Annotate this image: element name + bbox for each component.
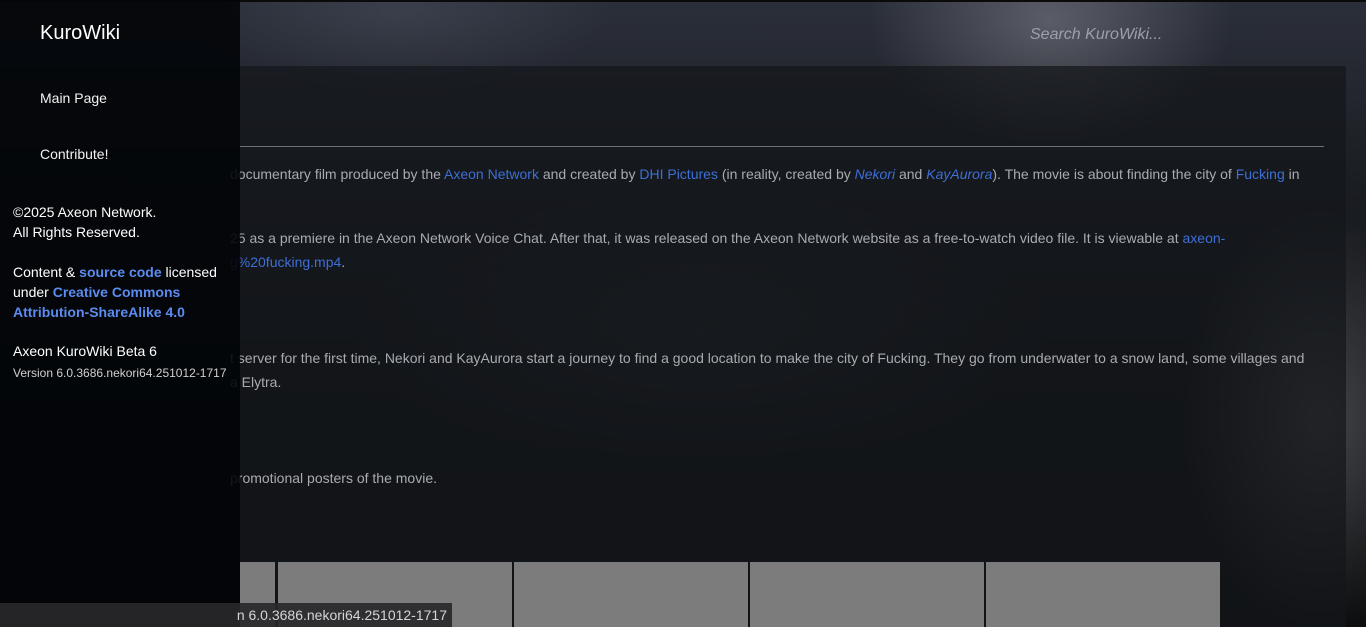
site-logo[interactable]: KuroWiki — [40, 22, 120, 45]
link-fucking[interactable]: Fucking — [1236, 166, 1285, 182]
poster-image[interactable] — [750, 562, 984, 627]
link-dhi-pictures[interactable]: DHI Pictures — [639, 166, 718, 182]
link-kayaurora[interactable]: KayAurora — [926, 166, 992, 182]
license-notice: Content & source code licensed under Cre… — [13, 264, 217, 320]
copyright-notice: ©2025 Axeon Network. All Rights Reserved… — [13, 204, 157, 240]
build-name: Axeon KuroWiki Beta 6 — [13, 343, 157, 359]
nav-main-page[interactable]: Main Page — [40, 90, 107, 106]
link-nekori[interactable]: Nekori — [855, 166, 895, 182]
link-axeon-network[interactable]: Axeon Network — [444, 166, 539, 182]
nav-contribute[interactable]: Contribute! — [40, 146, 108, 162]
link-creative-commons[interactable]: Creative Commons — [53, 284, 181, 300]
release-paragraph: 25 as a premiere in the Axeon Network Vo… — [230, 230, 1226, 270]
search-input[interactable] — [1010, 18, 1330, 52]
link-video-file[interactable]: axeon- — [1183, 230, 1226, 246]
sidebar: KuroWiki Main Page Contribute! ©2025 Axe… — [0, 0, 240, 627]
gallery-intro: promotional posters of the movie. — [230, 470, 437, 486]
link-video-file-cont[interactable]: g%20fucking.mp4 — [230, 254, 341, 270]
poster-image[interactable] — [986, 562, 1220, 627]
browser-status-bar: n 6.0.3686.nekori64.251012-1717 — [0, 603, 452, 627]
plot-paragraph: t server for the first time, Nekori and … — [230, 350, 1305, 390]
poster-image[interactable] — [514, 562, 748, 627]
link-cc-attribution[interactable]: Attribution-ShareAlike 4.0 — [13, 304, 185, 320]
title-divider — [240, 146, 1324, 147]
link-source-code[interactable]: source code — [79, 264, 161, 280]
version-string: Version 6.0.3686.nekori64.251012-1717 — [13, 366, 227, 380]
intro-paragraph: documentary film produced by the Axeon N… — [230, 166, 1300, 182]
